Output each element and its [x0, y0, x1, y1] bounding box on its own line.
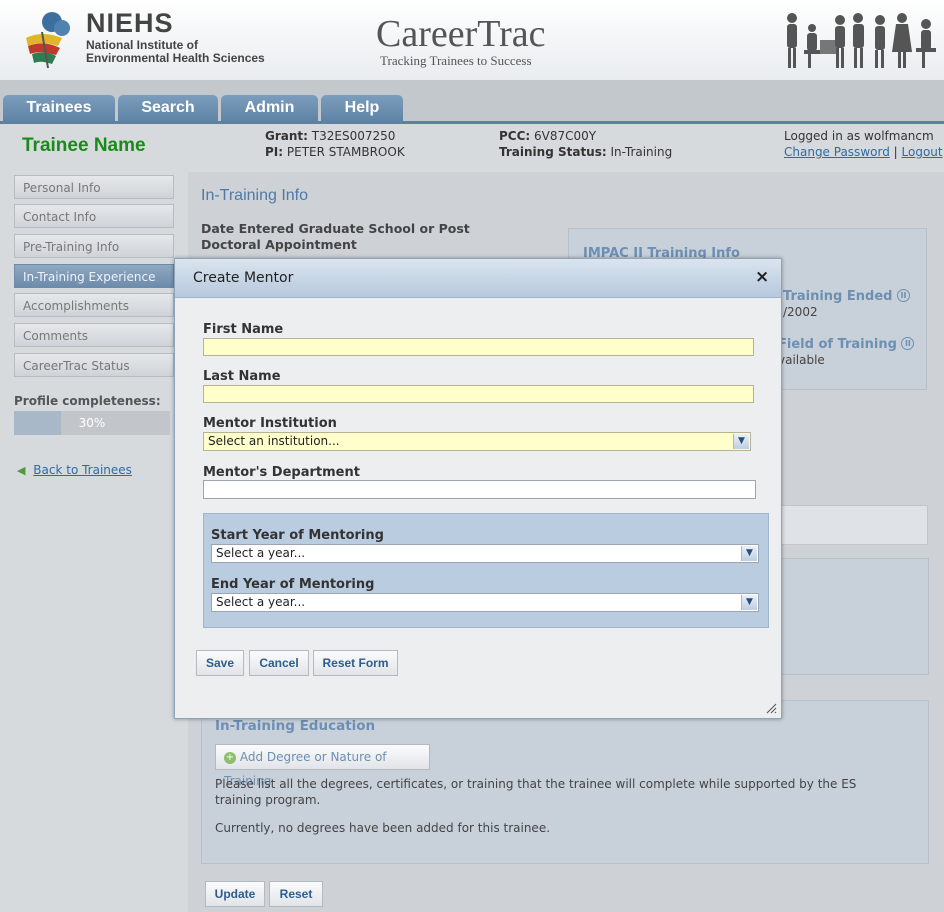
reset-form-button[interactable]: Reset Form	[313, 650, 398, 676]
last-name-label: Last Name	[203, 369, 281, 384]
pcc-label: PCC:	[499, 129, 531, 143]
impac-field-label: Field of Training II	[778, 337, 915, 352]
org-name-line1: National Institute of	[86, 38, 198, 52]
chevron-down-icon[interactable]: ▼	[741, 595, 757, 610]
grant-label: Grant:	[265, 129, 308, 143]
education-title: In-Training Education	[215, 718, 376, 734]
mentor-institution-label: Mentor Institution	[203, 416, 337, 431]
pcc-value: 6V87C00Y	[534, 129, 597, 143]
profile-progress-bar: 30%	[14, 411, 170, 435]
start-year-select[interactable]: Select a year... ▼	[211, 544, 759, 563]
pi-label: PI:	[265, 145, 284, 159]
hidden-panel	[775, 558, 929, 675]
tab-trainees[interactable]: Trainees	[3, 95, 115, 123]
sidebar-item-comments[interactable]: Comments	[14, 323, 174, 347]
dialog-title-bar[interactable]: Create Mentor ×	[175, 259, 781, 298]
close-icon[interactable]: ×	[755, 267, 769, 287]
impac-training-ended-label: Training Ended II	[783, 289, 910, 304]
info-icon[interactable]: II	[896, 289, 910, 302]
end-year-label: End Year of Mentoring	[211, 577, 375, 592]
header: NIEHS National Institute of Environmenta…	[0, 0, 944, 81]
trainee-name: Trainee Name	[22, 135, 146, 156]
pcc-info: PCC: 6V87C00Y	[499, 129, 596, 143]
sidebar-item-careertrac-status[interactable]: CareerTrac Status	[14, 353, 174, 377]
back-arrow-icon: ◀	[17, 464, 26, 477]
logged-in-text: Logged in as wolfmancm	[784, 129, 934, 143]
change-password-link[interactable]: Change Password	[784, 145, 890, 159]
save-button[interactable]: Save	[196, 650, 244, 676]
pi-value: PETER STAMBROOK	[286, 145, 405, 159]
info-icon[interactable]: II	[901, 337, 915, 350]
mentor-department-input[interactable]	[203, 480, 756, 499]
end-year-selected-value: Select a year...	[216, 595, 306, 609]
pi-info: PI: PETER STAMBROOK	[265, 145, 405, 159]
sidebar-item-contact-info[interactable]: Contact Info	[14, 204, 174, 228]
mentoring-years-panel: Start Year of Mentoring Select a year...…	[203, 513, 769, 628]
app-title: CareerTrac	[376, 13, 546, 55]
sidebar-item-personal-info[interactable]: Personal Info	[14, 175, 174, 199]
date-entered-label: Date Entered Graduate School or Post Doc…	[201, 221, 470, 252]
link-separator: |	[893, 145, 898, 159]
first-name-label: First Name	[203, 322, 284, 337]
tab-help[interactable]: Help	[321, 95, 403, 123]
chevron-down-icon[interactable]: ▼	[741, 546, 757, 561]
institution-selected-value: Select an institution...	[208, 434, 340, 448]
training-status-info: Training Status: In-Training	[499, 145, 672, 159]
grant-info: Grant: T32ES007250	[265, 129, 395, 143]
org-short-name: NIEHS	[86, 8, 174, 38]
first-name-input[interactable]	[203, 338, 754, 356]
sidebar-item-in-training-experience[interactable]: In-Training Experience	[14, 264, 174, 288]
sidebar-item-pre-training-info[interactable]: Pre-Training Info	[14, 234, 174, 258]
org-name-line2: Environmental Health Sciences	[86, 51, 265, 65]
niehs-logo-icon	[26, 12, 70, 69]
cancel-button[interactable]: Cancel	[249, 650, 309, 676]
back-to-trainees[interactable]: ◀ Back to Trainees	[17, 463, 132, 477]
back-to-trainees-link[interactable]: Back to Trainees	[33, 463, 132, 477]
last-name-input[interactable]	[203, 385, 754, 403]
account-links: Change Password | Logout	[784, 145, 943, 159]
resize-handle-icon[interactable]	[765, 702, 777, 714]
update-button[interactable]: Update	[205, 881, 265, 907]
impac-training-ended-value: /2002	[783, 305, 818, 319]
people-silhouettes-icon	[787, 13, 936, 68]
dialog-title: Create Mentor	[193, 270, 294, 286]
field-of-training-label-text: Field of Training	[778, 337, 897, 352]
training-status-label: Training Status:	[499, 145, 607, 159]
sidebar-item-accomplishments[interactable]: Accomplishments	[14, 293, 174, 317]
start-year-selected-value: Select a year...	[216, 546, 306, 560]
grant-value: T32ES007250	[311, 129, 396, 143]
logout-link[interactable]: Logout	[902, 145, 943, 159]
app-tagline: Tracking Trainees to Success	[380, 53, 532, 68]
chevron-down-icon[interactable]: ▼	[733, 434, 749, 449]
tab-search[interactable]: Search	[118, 95, 218, 123]
profile-completeness-label: Profile completeness:	[14, 394, 161, 408]
reset-button[interactable]: Reset	[269, 881, 323, 907]
training-ended-label-text: Training Ended	[783, 289, 893, 304]
impac-field-value: vailable	[778, 353, 825, 367]
end-year-select[interactable]: Select a year... ▼	[211, 593, 759, 612]
create-mentor-dialog: Create Mentor × First Name Last Name Men…	[174, 258, 782, 719]
education-empty-text: Currently, no degrees have been added fo…	[215, 821, 551, 835]
tab-admin[interactable]: Admin	[221, 95, 318, 123]
hidden-panel-strip	[775, 505, 928, 545]
profile-progress-text: 30%	[78, 416, 106, 430]
mentor-institution-select[interactable]: Select an institution... ▼	[203, 432, 751, 451]
start-year-label: Start Year of Mentoring	[211, 528, 384, 543]
section-title: In-Training Info	[201, 187, 309, 204]
education-help-text: Please list all the degrees, certificate…	[215, 777, 857, 807]
training-status-value: In-Training	[610, 145, 673, 159]
mentor-department-label: Mentor's Department	[203, 465, 360, 480]
add-icon: +	[224, 751, 236, 764]
add-degree-button[interactable]: + Add Degree or Nature of Training	[215, 744, 430, 788]
